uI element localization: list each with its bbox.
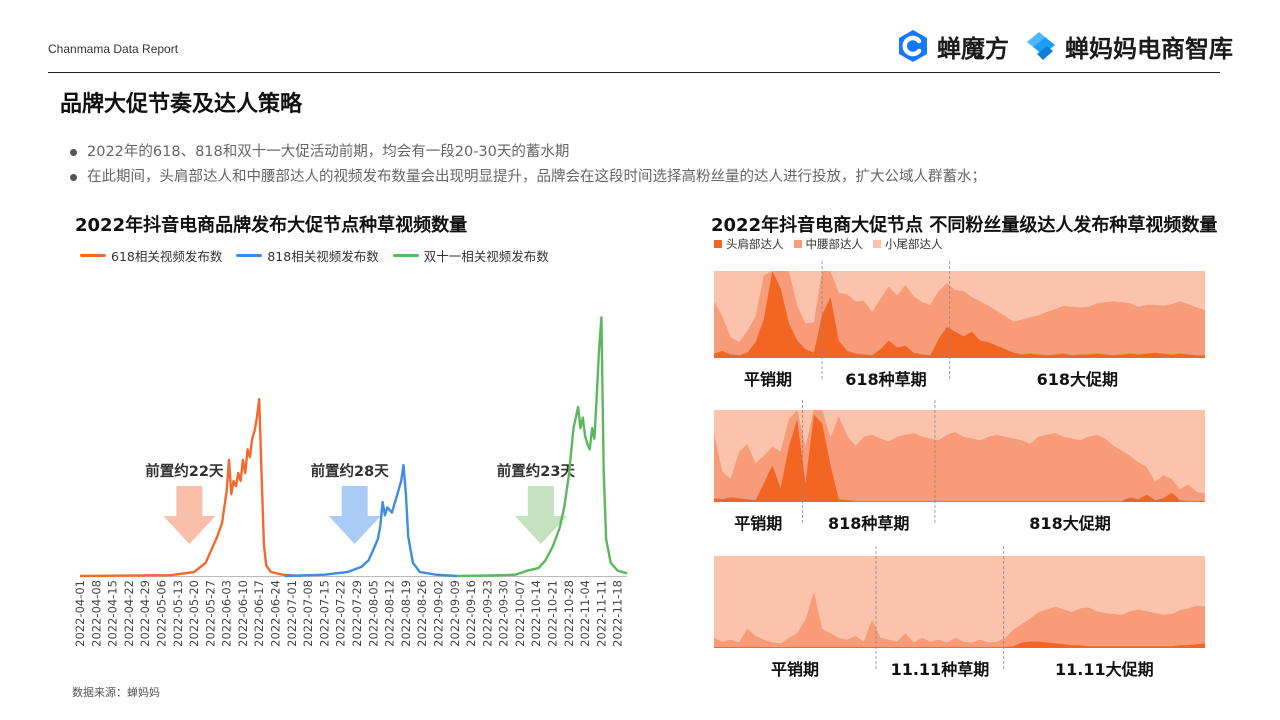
legend-swatch	[714, 240, 722, 248]
data-source: 数据来源：蝉妈妈	[72, 686, 160, 699]
x-tick-label: 2022-09-16	[464, 580, 478, 647]
x-tick-label: 2022-11-04	[578, 580, 592, 647]
x-tick-label: 2022-07-15	[317, 580, 331, 647]
x-tick-label: 2022-11-11	[594, 580, 608, 647]
x-tick-label: 2022-05-13	[171, 580, 185, 647]
x-tick-label: 2022-04-29	[138, 580, 152, 647]
x-tick-label: 2022-09-23	[480, 580, 494, 647]
x-tick-label: 2022-09-30	[497, 580, 511, 647]
x-tick-label: 2022-08-19	[399, 580, 413, 647]
legend-label: 小尾部达人	[885, 237, 943, 251]
x-tick-label: 2022-10-14	[529, 580, 543, 647]
area-chart-legend: 头肩部达人 中腰部达人 小尾部达人	[714, 236, 953, 252]
legend-label: 头肩部达人	[726, 237, 784, 251]
x-tick-label: 2022-09-02	[432, 580, 446, 647]
x-tick-label: 2022-10-07	[513, 580, 527, 647]
legend-label: 中腰部达人	[805, 237, 864, 251]
x-tick-label: 2022-05-06	[155, 580, 169, 647]
x-tick-label: 2022-10-21	[546, 580, 560, 647]
legend-swatch	[873, 240, 881, 248]
x-tick-label: 2022-06-10	[236, 580, 250, 647]
x-tick-label: 2022-08-05	[366, 580, 380, 647]
x-tick-label: 2022-07-01	[285, 580, 299, 647]
x-tick-label: 2022-04-01	[73, 580, 87, 647]
annotation-label: 前置约22天	[145, 462, 224, 480]
x-tick-label: 2022-06-03	[220, 580, 234, 647]
x-tick-label: 2022-06-17	[252, 580, 266, 647]
x-tick-label: 2022-11-18	[611, 580, 625, 647]
x-tick-label: 2022-04-22	[122, 580, 136, 647]
x-tick-label: 2022-06-24	[269, 580, 283, 647]
annotation-arrow-icon	[514, 486, 567, 544]
x-tick-label: 2022-08-12	[383, 580, 397, 647]
x-tick-label: 2022-08-26	[415, 580, 429, 647]
annotation-label: 前置约28天	[311, 462, 390, 480]
x-tick-label: 2022-04-15	[106, 580, 120, 647]
x-tick-label: 2022-07-22	[334, 580, 348, 647]
x-tick-label: 2022-09-09	[448, 580, 462, 647]
x-tick-label: 2022-07-29	[350, 580, 364, 647]
annotation-arrow-icon	[328, 486, 381, 544]
annotation-label: 前置约23天	[497, 462, 576, 480]
legend-item-tail: 小尾部达人	[873, 236, 943, 252]
legend-swatch	[793, 240, 802, 248]
x-tick-label: 2022-05-20	[187, 580, 201, 647]
area-chart-title: 2022年抖音电商大促节点 不同粉丝量级达人发布种草视频数量	[711, 215, 1218, 236]
annotation-arrow-icon	[163, 486, 216, 544]
line-chart: 前置约22天 前置约28天 前置约23天2022-04-01 2022-04-08 20…	[73, 316, 628, 647]
legend-item-mid: 中腰部达人	[793, 236, 864, 252]
x-tick-label: 2022-04-08	[89, 580, 103, 647]
x-tick-label: 2022-07-08	[301, 580, 315, 647]
legend-item-head: 头肩部达人	[714, 236, 784, 252]
x-tick-label: 2022-10-28	[562, 580, 576, 647]
x-tick-label: 2022-05-27	[203, 580, 217, 647]
